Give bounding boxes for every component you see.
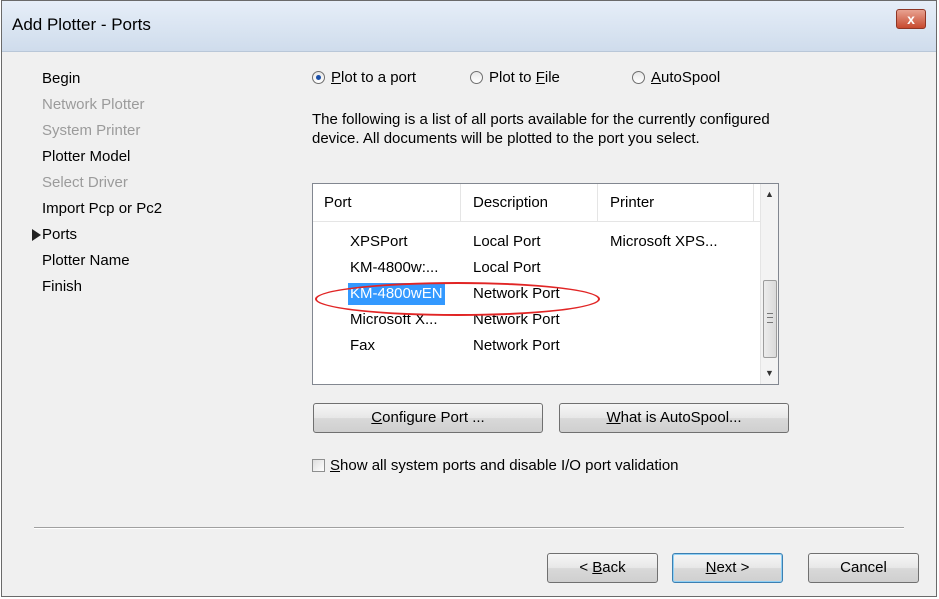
cancel-button[interactable]: Cancel <box>808 553 919 583</box>
scrollbar-thumb[interactable] <box>763 280 777 358</box>
port-cell: XPSPort <box>350 233 408 250</box>
printer-cell: Microsoft XPS... <box>610 233 718 250</box>
radio-unchecked-icon <box>632 71 645 84</box>
scroll-up-arrow-icon[interactable]: ▲ <box>761 186 778 203</box>
scroll-down-arrow-icon[interactable]: ▼ <box>761 365 778 382</box>
column-header-port[interactable]: Port <box>324 194 352 211</box>
table-row[interactable]: Microsoft X... Network Port <box>313 307 761 333</box>
ports-list-header: Port Description Printer <box>313 184 761 222</box>
wizard-step-plotter-name: Plotter Name <box>42 252 130 269</box>
title-bar: Add Plotter - Ports x <box>2 1 936 52</box>
port-cell: KM-4800wEN <box>348 283 445 305</box>
column-divider[interactable] <box>460 184 461 221</box>
table-row[interactable]: KM-4800w:... Local Port <box>313 255 761 281</box>
column-divider[interactable] <box>597 184 598 221</box>
port-cell: Microsoft X... <box>350 311 438 328</box>
wizard-step-select-driver: Select Driver <box>42 174 128 191</box>
footer-divider <box>34 527 904 529</box>
scroll-grip-icon <box>767 313 773 323</box>
close-button[interactable]: x <box>896 9 926 29</box>
current-step-arrow-icon <box>32 229 41 241</box>
show-all-ports-checkbox[interactable] <box>312 459 325 472</box>
back-button[interactable]: < Back <box>547 553 658 583</box>
wizard-step-import-pcp: Import Pcp or Pc2 <box>42 200 163 217</box>
what-is-autospool-button[interactable]: What is AutoSpool... <box>559 403 789 433</box>
ports-list-scrollbar[interactable]: ▲ ▼ <box>760 184 778 384</box>
port-cell: KM-4800w:... <box>350 259 439 276</box>
close-icon: x <box>907 11 915 27</box>
wizard-step-ports: Ports <box>32 222 162 248</box>
dialog-content: Begin Network Plotter System Printer Plo… <box>2 52 936 596</box>
description-cell: Local Port <box>473 233 541 250</box>
wizard-step-plotter-model: Plotter Model <box>42 148 131 165</box>
table-row[interactable]: XPSPort Local Port Microsoft XPS... <box>313 229 761 255</box>
wizard-step-finish: Finish <box>42 278 83 295</box>
autospool-radio[interactable]: AutoSpool <box>632 68 720 88</box>
wizard-step-system-printer: System Printer <box>42 122 141 139</box>
description-cell: Network Port <box>473 311 560 328</box>
configure-port-button[interactable]: Configure Port ... <box>313 403 543 433</box>
radio-checked-icon <box>312 71 325 84</box>
column-header-printer[interactable]: Printer <box>610 194 654 211</box>
radio-unchecked-icon <box>470 71 483 84</box>
show-all-ports-option[interactable]: Show all system ports and disable I/O po… <box>312 456 679 476</box>
port-cell: Fax <box>350 337 376 354</box>
wizard-steps: Begin Network Plotter System Printer Plo… <box>32 66 163 300</box>
description-cell: Network Port <box>473 337 560 354</box>
ports-description: The following is a list of all ports ava… <box>312 111 770 147</box>
description-cell: Network Port <box>473 285 560 302</box>
column-header-description[interactable]: Description <box>473 194 548 211</box>
table-row-selected[interactable]: KM-4800wEN Network Port <box>313 281 761 307</box>
plot-to-file-radio[interactable]: Plot to File <box>470 68 560 88</box>
description-cell: Local Port <box>473 259 541 276</box>
wizard-step-begin: Begin <box>42 70 81 87</box>
window-title: Add Plotter - Ports <box>12 15 151 34</box>
plot-to-port-radio[interactable]: Plot to a port <box>312 68 416 88</box>
table-row[interactable]: Fax Network Port <box>313 333 761 359</box>
wizard-step-network-plotter: Network Plotter <box>42 96 145 113</box>
ports-list[interactable]: Port Description Printer XPSPort Local P… <box>312 183 779 385</box>
add-plotter-dialog: Add Plotter - Ports x Begin Network Plot… <box>1 0 937 597</box>
column-divider[interactable] <box>753 184 754 221</box>
next-button[interactable]: Next > <box>672 553 783 583</box>
